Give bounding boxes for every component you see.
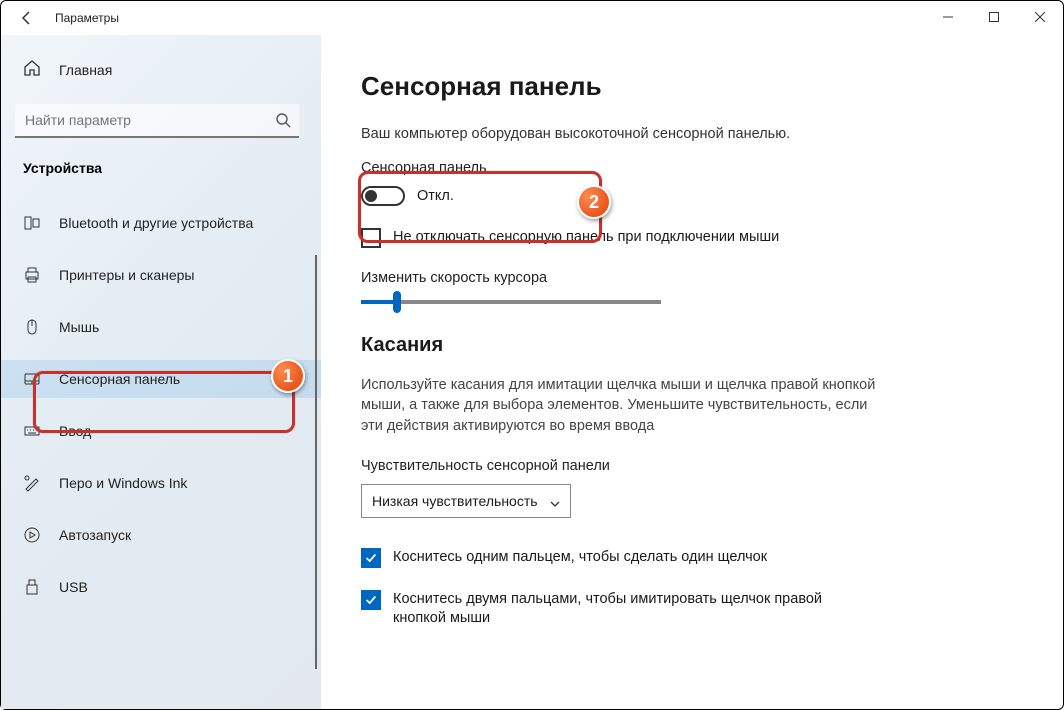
sidebar-item-label: Мышь bbox=[59, 319, 99, 335]
sensitivity-value: Низкая чувствительность bbox=[372, 493, 538, 509]
sidebar-item-touchpad[interactable]: Сенсорная панель bbox=[1, 360, 321, 398]
scrollbar-indicator[interactable] bbox=[315, 255, 317, 669]
window-controls bbox=[925, 1, 1063, 33]
touchpad-toggle[interactable] bbox=[361, 186, 405, 206]
keep-on-mouse-label: Не отключать сенсорную панель при подклю… bbox=[393, 228, 779, 247]
sidebar-item-label: Автозапуск bbox=[59, 527, 131, 543]
touches-heading: Касания bbox=[361, 334, 1023, 357]
sidebar-item-label: Принтеры и сканеры bbox=[59, 267, 194, 283]
printer-icon bbox=[23, 266, 41, 284]
sidebar-item-label: Сенсорная панель bbox=[59, 371, 180, 387]
page-heading: Сенсорная панель bbox=[361, 71, 1023, 102]
toggle-label: Сенсорная панель bbox=[361, 160, 1023, 176]
sidebar-item-pen[interactable]: Перо и Windows Ink bbox=[1, 464, 321, 502]
sidebar-home-label: Главная bbox=[59, 62, 112, 78]
slider-thumb[interactable] bbox=[393, 291, 401, 313]
sidebar: Главная Устройства Bluetooth и другие ус… bbox=[1, 35, 321, 709]
autoplay-icon bbox=[23, 526, 41, 544]
sidebar-home[interactable]: Главная bbox=[1, 53, 321, 86]
page-subtext: Ваш компьютер оборудован высокоточной се… bbox=[361, 126, 1023, 142]
close-button[interactable] bbox=[1017, 1, 1063, 33]
sidebar-item-label: Ввод bbox=[59, 423, 91, 439]
cursor-speed-label: Изменить скорость курсора bbox=[361, 270, 1023, 286]
titlebar: Параметры bbox=[1, 1, 1063, 35]
bluetooth-icon bbox=[23, 214, 41, 232]
home-icon bbox=[23, 59, 41, 80]
sidebar-item-label: Bluetooth и другие устройства bbox=[59, 215, 253, 231]
pen-icon bbox=[23, 474, 41, 492]
usb-icon bbox=[23, 578, 41, 596]
mouse-icon bbox=[23, 318, 41, 336]
tap-one-finger-label: Коснитесь одним пальцем, чтобы сделать о… bbox=[393, 548, 767, 567]
tap-two-fingers-checkbox[interactable] bbox=[361, 590, 381, 610]
search-input[interactable] bbox=[15, 104, 299, 138]
search-icon bbox=[275, 112, 291, 128]
chevron-down-icon bbox=[550, 496, 560, 506]
keep-on-mouse-checkbox[interactable] bbox=[361, 228, 381, 248]
toggle-state-text: Откл. bbox=[417, 188, 454, 204]
content-pane: Сенсорная панель Ваш компьютер оборудова… bbox=[321, 35, 1063, 709]
sidebar-section-title: Устройства bbox=[1, 160, 321, 176]
sidebar-item-bluetooth[interactable]: Bluetooth и другие устройства bbox=[1, 204, 321, 242]
keyboard-icon bbox=[23, 422, 41, 440]
sensitivity-label: Чувствительность сенсорной панели bbox=[361, 458, 1023, 474]
sidebar-item-printers[interactable]: Принтеры и сканеры bbox=[1, 256, 321, 294]
maximize-button[interactable] bbox=[971, 1, 1017, 33]
sidebar-item-mouse[interactable]: Мышь bbox=[1, 308, 321, 346]
search-box[interactable] bbox=[15, 104, 299, 138]
tap-two-fingers-label: Коснитесь двумя пальцами, чтобы имитиров… bbox=[393, 590, 853, 628]
sidebar-item-label: USB bbox=[59, 579, 88, 595]
touches-description: Используйте касания для имитации щелчка … bbox=[361, 375, 881, 436]
sensitivity-select[interactable]: Низкая чувствительность bbox=[361, 484, 571, 518]
minimize-button[interactable] bbox=[925, 1, 971, 33]
sidebar-item-usb[interactable]: USB bbox=[1, 568, 321, 606]
cursor-speed-slider[interactable] bbox=[361, 300, 661, 304]
back-arrow-icon[interactable] bbox=[19, 10, 35, 26]
window-title: Параметры bbox=[55, 11, 119, 25]
sidebar-item-autoplay[interactable]: Автозапуск bbox=[1, 516, 321, 554]
touchpad-icon bbox=[23, 370, 41, 388]
sidebar-item-label: Перо и Windows Ink bbox=[59, 475, 187, 491]
sidebar-item-typing[interactable]: Ввод bbox=[1, 412, 321, 450]
tap-one-finger-checkbox[interactable] bbox=[361, 548, 381, 568]
